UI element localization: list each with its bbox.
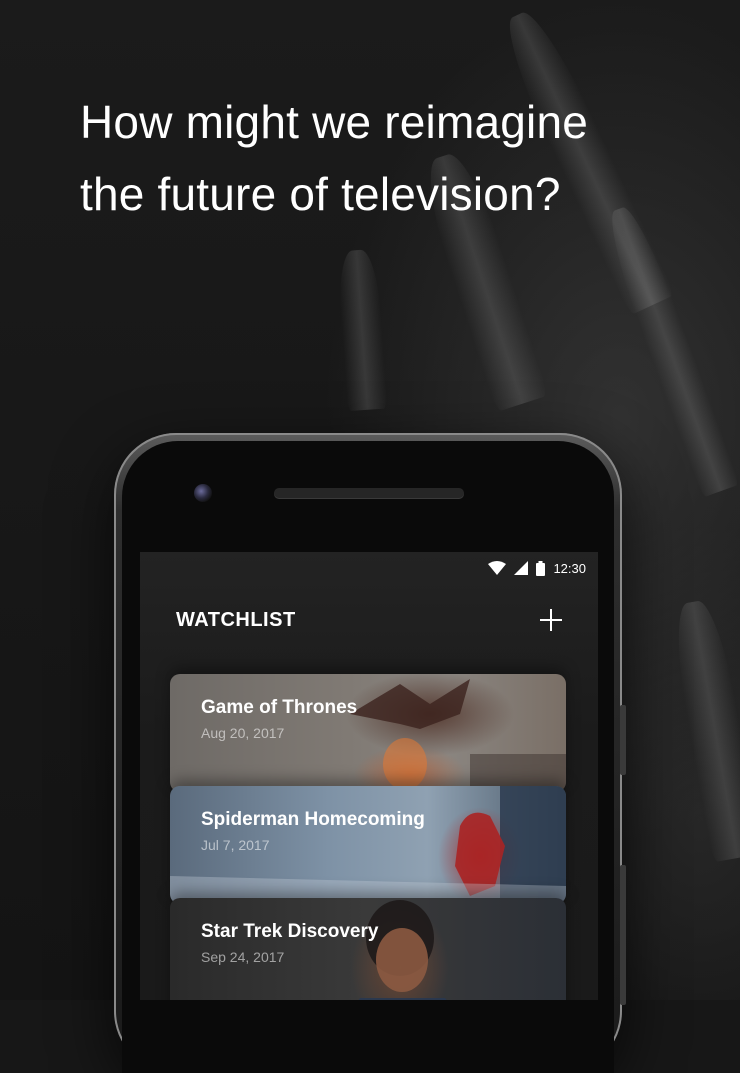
- phone-speaker: [274, 488, 464, 498]
- status-bar: 12:30: [488, 560, 586, 576]
- status-time: 12:30: [553, 560, 586, 576]
- phone-side-button: [620, 705, 626, 775]
- battery-icon: [536, 560, 546, 576]
- front-camera: [194, 484, 212, 502]
- watchlist-card[interactable]: Star Trek Discovery Sep 24, 2017: [170, 898, 566, 1000]
- signal-icon: [514, 561, 529, 575]
- card-date: Sep 24, 2017: [201, 949, 285, 965]
- card-title: Spiderman Homecoming: [201, 809, 425, 830]
- plus-icon: [540, 609, 562, 631]
- wifi-icon: [488, 561, 507, 575]
- card-title: Star Trek Discovery: [201, 921, 379, 942]
- phone-side-button: [620, 865, 626, 1005]
- page-headline: How might we reimagine the future of tel…: [80, 96, 589, 220]
- card-date: Aug 20, 2017: [201, 725, 285, 741]
- card-title: Game of Thrones: [201, 697, 358, 718]
- watchlist-card[interactable]: Spiderman Homecoming Jul 7, 2017: [170, 786, 566, 904]
- card-date: Jul 7, 2017: [201, 837, 270, 853]
- watchlist-title: WATCHLIST: [176, 609, 296, 631]
- add-button[interactable]: [538, 607, 564, 633]
- phone-screen: 12:30 WATCHLIST Game of Thrones Aug 20, …: [140, 552, 598, 1000]
- watchlist-card[interactable]: Game of Thrones Aug 20, 2017: [170, 674, 566, 792]
